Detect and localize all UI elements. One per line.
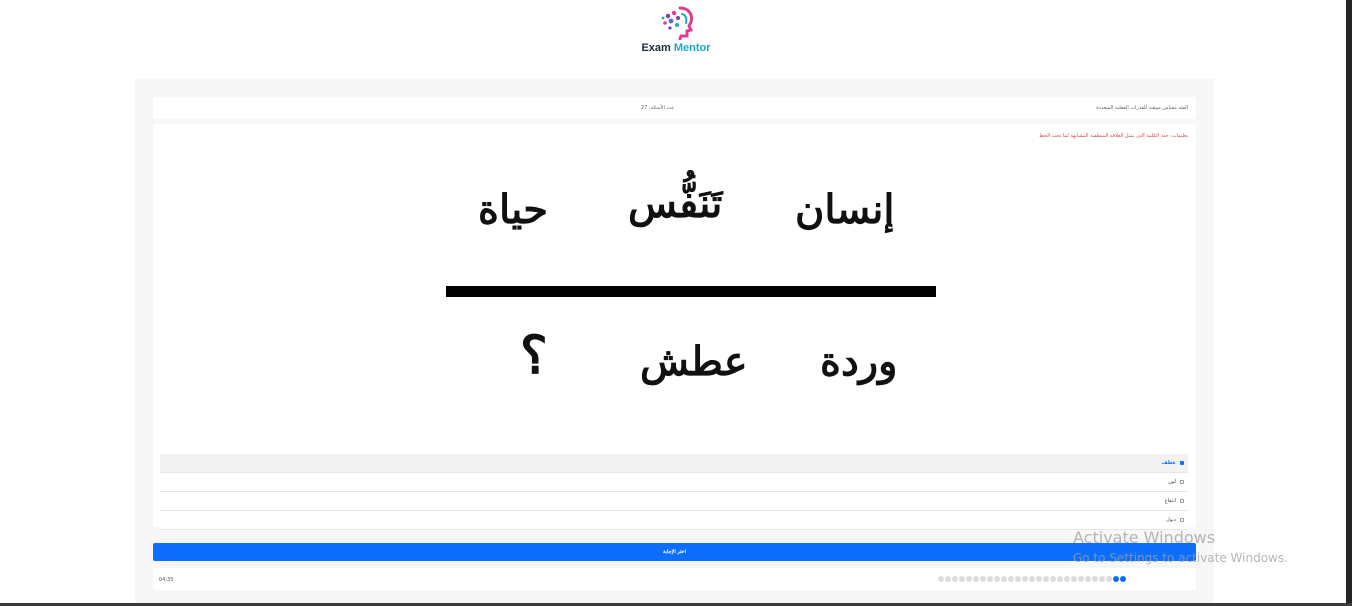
progress-dot[interactable] [959,576,965,582]
brand-name: Exam Mentor [636,42,716,54]
answer-option-label: انتقاع [1164,498,1176,504]
analogy-word-bottom-2: عطش [640,338,748,385]
progress-dot[interactable] [980,576,986,582]
watermark-title: Activate Windows [1073,528,1216,547]
progress-dot[interactable] [952,576,958,582]
window-edge [1346,0,1352,606]
page: Exam Mentor الفئة مقياس موهبة للقدرات ال… [0,0,1352,606]
progress-dot[interactable] [1092,576,1098,582]
progress-dot[interactable] [1008,576,1014,582]
analogy-word-top-2: تَنَفُّس [628,180,723,227]
logo[interactable]: Exam Mentor [636,6,716,62]
answer-option[interactable]: انتقاع [160,492,1188,511]
timer: 04:35 [159,577,174,583]
head-with-dots-icon [661,6,694,40]
radio-icon[interactable] [1180,499,1184,503]
radio-icon[interactable] [1180,480,1184,484]
progress-dot[interactable] [987,576,993,582]
progress-dot[interactable] [1106,576,1112,582]
progress-dot[interactable] [1015,576,1021,582]
question-count: عدد الأسئلة: 27 [641,105,675,111]
answer-option[interactable]: عطف [160,454,1188,473]
analogy-word-top-1: إنسان [795,186,895,233]
analogy-word-top-3: حياة [478,186,548,233]
progress-dot[interactable] [966,576,972,582]
analogy-question-mark: ؟ [520,325,548,386]
answer-option-label: عطف [1161,460,1176,466]
analogy-word-bottom-1: وردة [820,338,898,385]
progress-dot[interactable] [1120,576,1126,582]
radio-icon[interactable] [1180,461,1184,465]
choose-answer-button[interactable]: اختر الإجابة [153,543,1196,561]
exam-info-bar: الفئة مقياس موهبة للقدرات العقلية المتعد… [153,97,1196,119]
progress-dot[interactable] [1078,576,1084,582]
progress-dot[interactable] [1057,576,1063,582]
question-progress-dots [938,576,1126,582]
progress-dot[interactable] [945,576,951,582]
watermark-subtitle: Go to Settings to activate Windows. [1073,551,1288,565]
progress-bar: 04:35 [153,568,1196,590]
progress-dot[interactable] [1071,576,1077,582]
progress-dot[interactable] [1050,576,1056,582]
progress-dot[interactable] [1085,576,1091,582]
brand-name-part1: Exam [641,42,671,54]
analogy-divider [446,286,936,297]
progress-dot[interactable] [1001,576,1007,582]
answer-option[interactable]: ذبول [160,511,1188,530]
question-instructions: تعليمات: حدد الكلمة التي تمثل العلاقة ال… [1039,133,1188,139]
radio-icon[interactable] [1180,518,1184,522]
progress-dot[interactable] [1029,576,1035,582]
progress-dot[interactable] [973,576,979,582]
exam-title: الفئة مقياس موهبة للقدرات العقلية المتعد… [1096,105,1188,111]
progress-dot[interactable] [1043,576,1049,582]
progress-dot[interactable] [1022,576,1028,582]
answer-option-label: ذبول [1166,517,1176,523]
progress-dot[interactable] [994,576,1000,582]
progress-dot[interactable] [1099,576,1105,582]
answer-option-label: لون [1168,479,1176,485]
windows-activation-watermark: Activate Windows Go to Settings to activ… [1073,528,1288,565]
progress-dot[interactable] [1113,576,1119,582]
progress-dot[interactable] [1064,576,1070,582]
progress-dot[interactable] [1036,576,1042,582]
answer-options: عطف لون انتقاع ذبول [160,454,1188,530]
progress-dot[interactable] [938,576,944,582]
brand-name-part2: Mentor [673,42,711,54]
answer-option[interactable]: لون [160,473,1188,492]
